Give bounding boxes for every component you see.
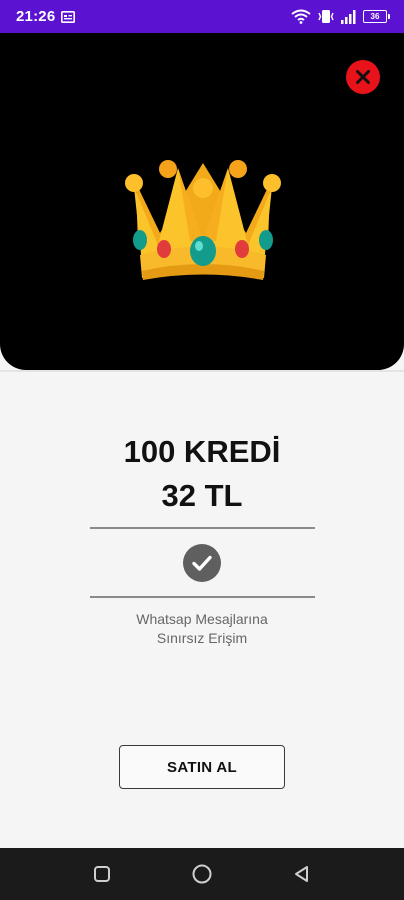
divider-bottom — [90, 596, 315, 598]
calendar-icon — [61, 10, 76, 23]
signal-icon — [341, 9, 357, 24]
feature-line-2: Sınırsız Erişim — [156, 630, 248, 646]
status-left: 21:26 — [16, 8, 76, 25]
check-circle-icon — [183, 544, 221, 582]
close-button[interactable] — [346, 60, 380, 94]
feature-description: Whatsap Mesajlarına Sınırsız Erişim — [0, 610, 404, 648]
battery-icon: 36 — [363, 10, 390, 23]
battery-level: 36 — [363, 10, 387, 23]
divider-top — [90, 527, 315, 529]
feature-line-1: Whatsap Mesajlarına — [136, 611, 268, 627]
back-triangle-icon[interactable] — [291, 863, 313, 885]
buy-button[interactable]: SATIN AL — [119, 745, 285, 789]
product-title: 100 KREDİ 32 TL — [0, 430, 404, 518]
recents-square-icon[interactable] — [91, 863, 113, 885]
hero-panel — [0, 33, 404, 370]
vibrate-icon — [317, 9, 335, 24]
close-icon — [356, 70, 370, 84]
status-bar: 21:26 36 — [0, 0, 404, 33]
battery-tip — [388, 14, 390, 19]
status-time: 21:26 — [16, 8, 56, 25]
hero-bottom-divider — [0, 370, 404, 372]
crown-icon — [125, 160, 281, 280]
wifi-icon — [291, 9, 311, 24]
credits-label: 100 KREDİ — [123, 434, 281, 469]
home-circle-icon[interactable] — [191, 863, 213, 885]
status-right: 36 — [291, 9, 390, 24]
navigation-bar — [0, 848, 404, 900]
price-label: 32 TL — [161, 478, 243, 513]
